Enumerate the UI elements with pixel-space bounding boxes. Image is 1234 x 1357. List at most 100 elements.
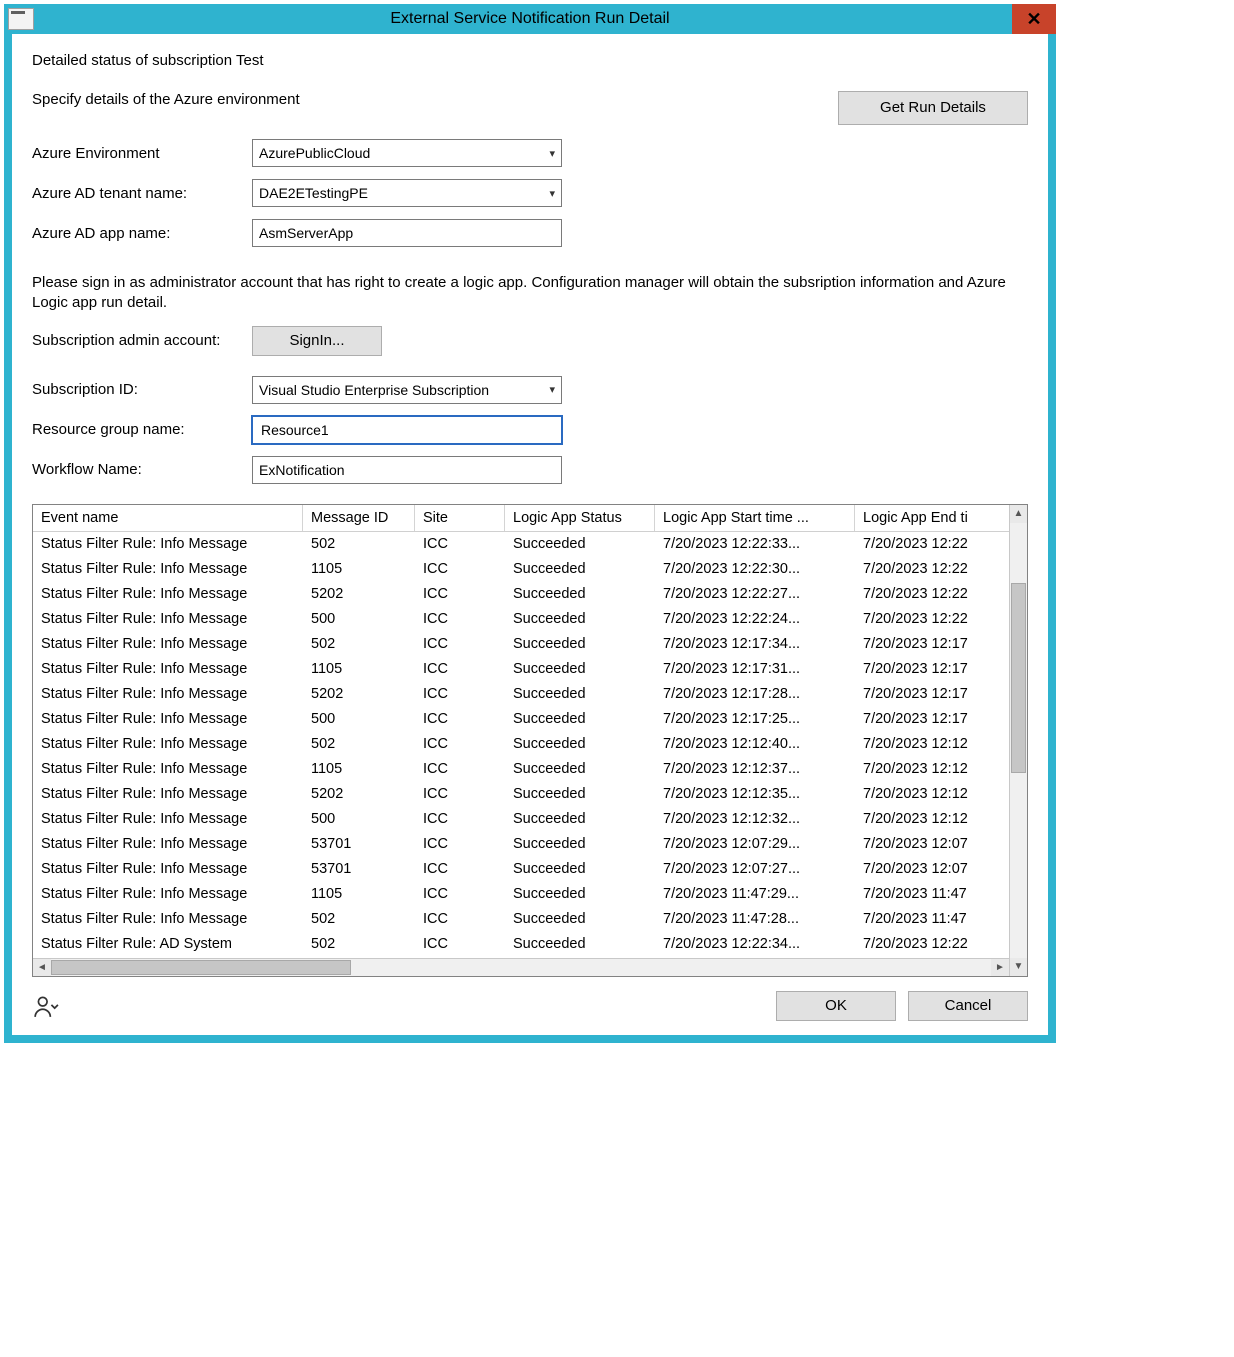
resource-group-field[interactable]	[252, 416, 562, 444]
table-row[interactable]: Status Filter Rule: Info Message502ICCSu…	[33, 907, 1009, 932]
col-header-end[interactable]: Logic App End ti	[855, 505, 1003, 531]
table-row[interactable]: Status Filter Rule: Info Message53701ICC…	[33, 832, 1009, 857]
cell-end: 7/20/2023 12:17	[855, 636, 1003, 652]
col-header-msgid[interactable]: Message ID	[303, 505, 415, 531]
ok-button[interactable]: OK	[776, 991, 896, 1021]
azure-env-value: AzurePublicCloud	[259, 145, 370, 161]
cell-start: 7/20/2023 12:12:37...	[655, 761, 855, 777]
cell-status: Succeeded	[505, 911, 655, 927]
cell-start: 7/20/2023 12:17:28...	[655, 686, 855, 702]
cell-end: 7/20/2023 12:22	[855, 561, 1003, 577]
cell-status: Succeeded	[505, 836, 655, 852]
table-row[interactable]: Status Filter Rule: Info Message5202ICCS…	[33, 782, 1009, 807]
table-row[interactable]: Status Filter Rule: Info Message500ICCSu…	[33, 607, 1009, 632]
cell-site: ICC	[415, 861, 505, 877]
cell-start: 7/20/2023 12:17:31...	[655, 661, 855, 677]
cell-status: Succeeded	[505, 761, 655, 777]
scroll-down-arrow-icon[interactable]: ▼	[1010, 958, 1027, 976]
table-row[interactable]: Status Filter Rule: Info Message502ICCSu…	[33, 732, 1009, 757]
status-text: Detailed status of subscription Test	[32, 52, 1028, 69]
vertical-scrollbar[interactable]: ▲ ▼	[1009, 505, 1027, 976]
subscription-id-combo[interactable]: Visual Studio Enterprise Subscription ▾	[252, 376, 562, 404]
table-row[interactable]: Status Filter Rule: Info Message53701ICC…	[33, 857, 1009, 882]
scroll-right-arrow-icon[interactable]: ►	[991, 959, 1009, 976]
hscroll-track[interactable]	[51, 959, 991, 976]
app-name-field[interactable]: AsmServerApp	[252, 219, 562, 247]
vscroll-thumb[interactable]	[1011, 583, 1026, 773]
cell-event: Status Filter Rule: Info Message	[33, 661, 303, 677]
cell-start: 7/20/2023 12:07:27...	[655, 861, 855, 877]
cell-end: 7/20/2023 12:17	[855, 711, 1003, 727]
cell-site: ICC	[415, 586, 505, 602]
cell-msgid: 1105	[303, 886, 415, 902]
cell-msgid: 502	[303, 736, 415, 752]
horizontal-scrollbar[interactable]: ◄ ►	[33, 958, 1009, 976]
tenant-combo[interactable]: DAE2ETestingPE ▾	[252, 179, 562, 207]
cell-start: 7/20/2023 12:22:34...	[655, 936, 855, 952]
cancel-button[interactable]: Cancel	[908, 991, 1028, 1021]
cell-start: 7/20/2023 11:47:29...	[655, 886, 855, 902]
cell-event: Status Filter Rule: Info Message	[33, 586, 303, 602]
scroll-up-arrow-icon[interactable]: ▲	[1010, 505, 1027, 523]
cell-end: 7/20/2023 12:12	[855, 811, 1003, 827]
signin-button[interactable]: SignIn...	[252, 326, 382, 356]
cell-event: Status Filter Rule: Info Message	[33, 761, 303, 777]
window-title: External Service Notification Run Detail	[4, 10, 1056, 28]
app-name-value: AsmServerApp	[259, 225, 353, 241]
cell-msgid: 5202	[303, 686, 415, 702]
cell-end: 7/20/2023 12:22	[855, 586, 1003, 602]
col-header-status[interactable]: Logic App Status	[505, 505, 655, 531]
cell-status: Succeeded	[505, 711, 655, 727]
table-row[interactable]: Status Filter Rule: Info Message1105ICCS…	[33, 882, 1009, 907]
user-icon	[32, 992, 60, 1020]
cell-msgid: 1105	[303, 661, 415, 677]
azure-env-combo[interactable]: AzurePublicCloud ▾	[252, 139, 562, 167]
table-row[interactable]: Status Filter Rule: Info Message502ICCSu…	[33, 532, 1009, 557]
cell-msgid: 502	[303, 636, 415, 652]
close-button[interactable]: ✕	[1012, 4, 1056, 34]
cell-status: Succeeded	[505, 861, 655, 877]
table-row[interactable]: Status Filter Rule: Info Message5202ICCS…	[33, 682, 1009, 707]
resource-group-input[interactable]	[259, 421, 555, 439]
cell-event: Status Filter Rule: Info Message	[33, 611, 303, 627]
cell-status: Succeeded	[505, 611, 655, 627]
scroll-left-arrow-icon[interactable]: ◄	[33, 959, 51, 976]
hscroll-thumb[interactable]	[51, 960, 351, 975]
table-row[interactable]: Status Filter Rule: Info Message500ICCSu…	[33, 807, 1009, 832]
grid-header-row: Event name Message ID Site Logic App Sta…	[33, 505, 1009, 532]
cell-start: 7/20/2023 12:07:29...	[655, 836, 855, 852]
table-row[interactable]: Status Filter Rule: Info Message1105ICCS…	[33, 757, 1009, 782]
dialog-footer: OK Cancel	[32, 991, 1028, 1021]
cell-site: ICC	[415, 686, 505, 702]
workflow-name-field[interactable]: ExNotification	[252, 456, 562, 484]
cell-status: Succeeded	[505, 811, 655, 827]
chevron-down-icon: ▾	[549, 147, 555, 160]
cell-site: ICC	[415, 636, 505, 652]
table-row[interactable]: Status Filter Rule: Info Message5202ICCS…	[33, 582, 1009, 607]
chevron-down-icon: ▾	[549, 383, 555, 396]
close-icon: ✕	[1026, 9, 1041, 30]
cell-event: Status Filter Rule: Info Message	[33, 786, 303, 802]
cell-start: 7/20/2023 12:17:34...	[655, 636, 855, 652]
cell-status: Succeeded	[505, 736, 655, 752]
get-run-details-button[interactable]: Get Run Details	[838, 91, 1028, 125]
cell-site: ICC	[415, 911, 505, 927]
cell-event: Status Filter Rule: Info Message	[33, 861, 303, 877]
table-row[interactable]: Status Filter Rule: Info Message1105ICCS…	[33, 557, 1009, 582]
vscroll-track[interactable]	[1010, 523, 1027, 958]
table-row[interactable]: Status Filter Rule: Info Message500ICCSu…	[33, 707, 1009, 732]
cell-site: ICC	[415, 561, 505, 577]
col-header-event[interactable]: Event name	[33, 505, 303, 531]
table-row[interactable]: Status Filter Rule: Info Message1105ICCS…	[33, 657, 1009, 682]
col-header-site[interactable]: Site	[415, 505, 505, 531]
cell-msgid: 53701	[303, 861, 415, 877]
cell-start: 7/20/2023 12:12:32...	[655, 811, 855, 827]
tenant-value: DAE2ETestingPE	[259, 185, 368, 201]
cell-msgid: 1105	[303, 561, 415, 577]
table-row[interactable]: Status Filter Rule: AD System502ICCSucce…	[33, 932, 1009, 957]
cell-site: ICC	[415, 761, 505, 777]
col-header-start[interactable]: Logic App Start time ...	[655, 505, 855, 531]
cell-end: 7/20/2023 12:17	[855, 686, 1003, 702]
cell-msgid: 500	[303, 811, 415, 827]
table-row[interactable]: Status Filter Rule: Info Message502ICCSu…	[33, 632, 1009, 657]
